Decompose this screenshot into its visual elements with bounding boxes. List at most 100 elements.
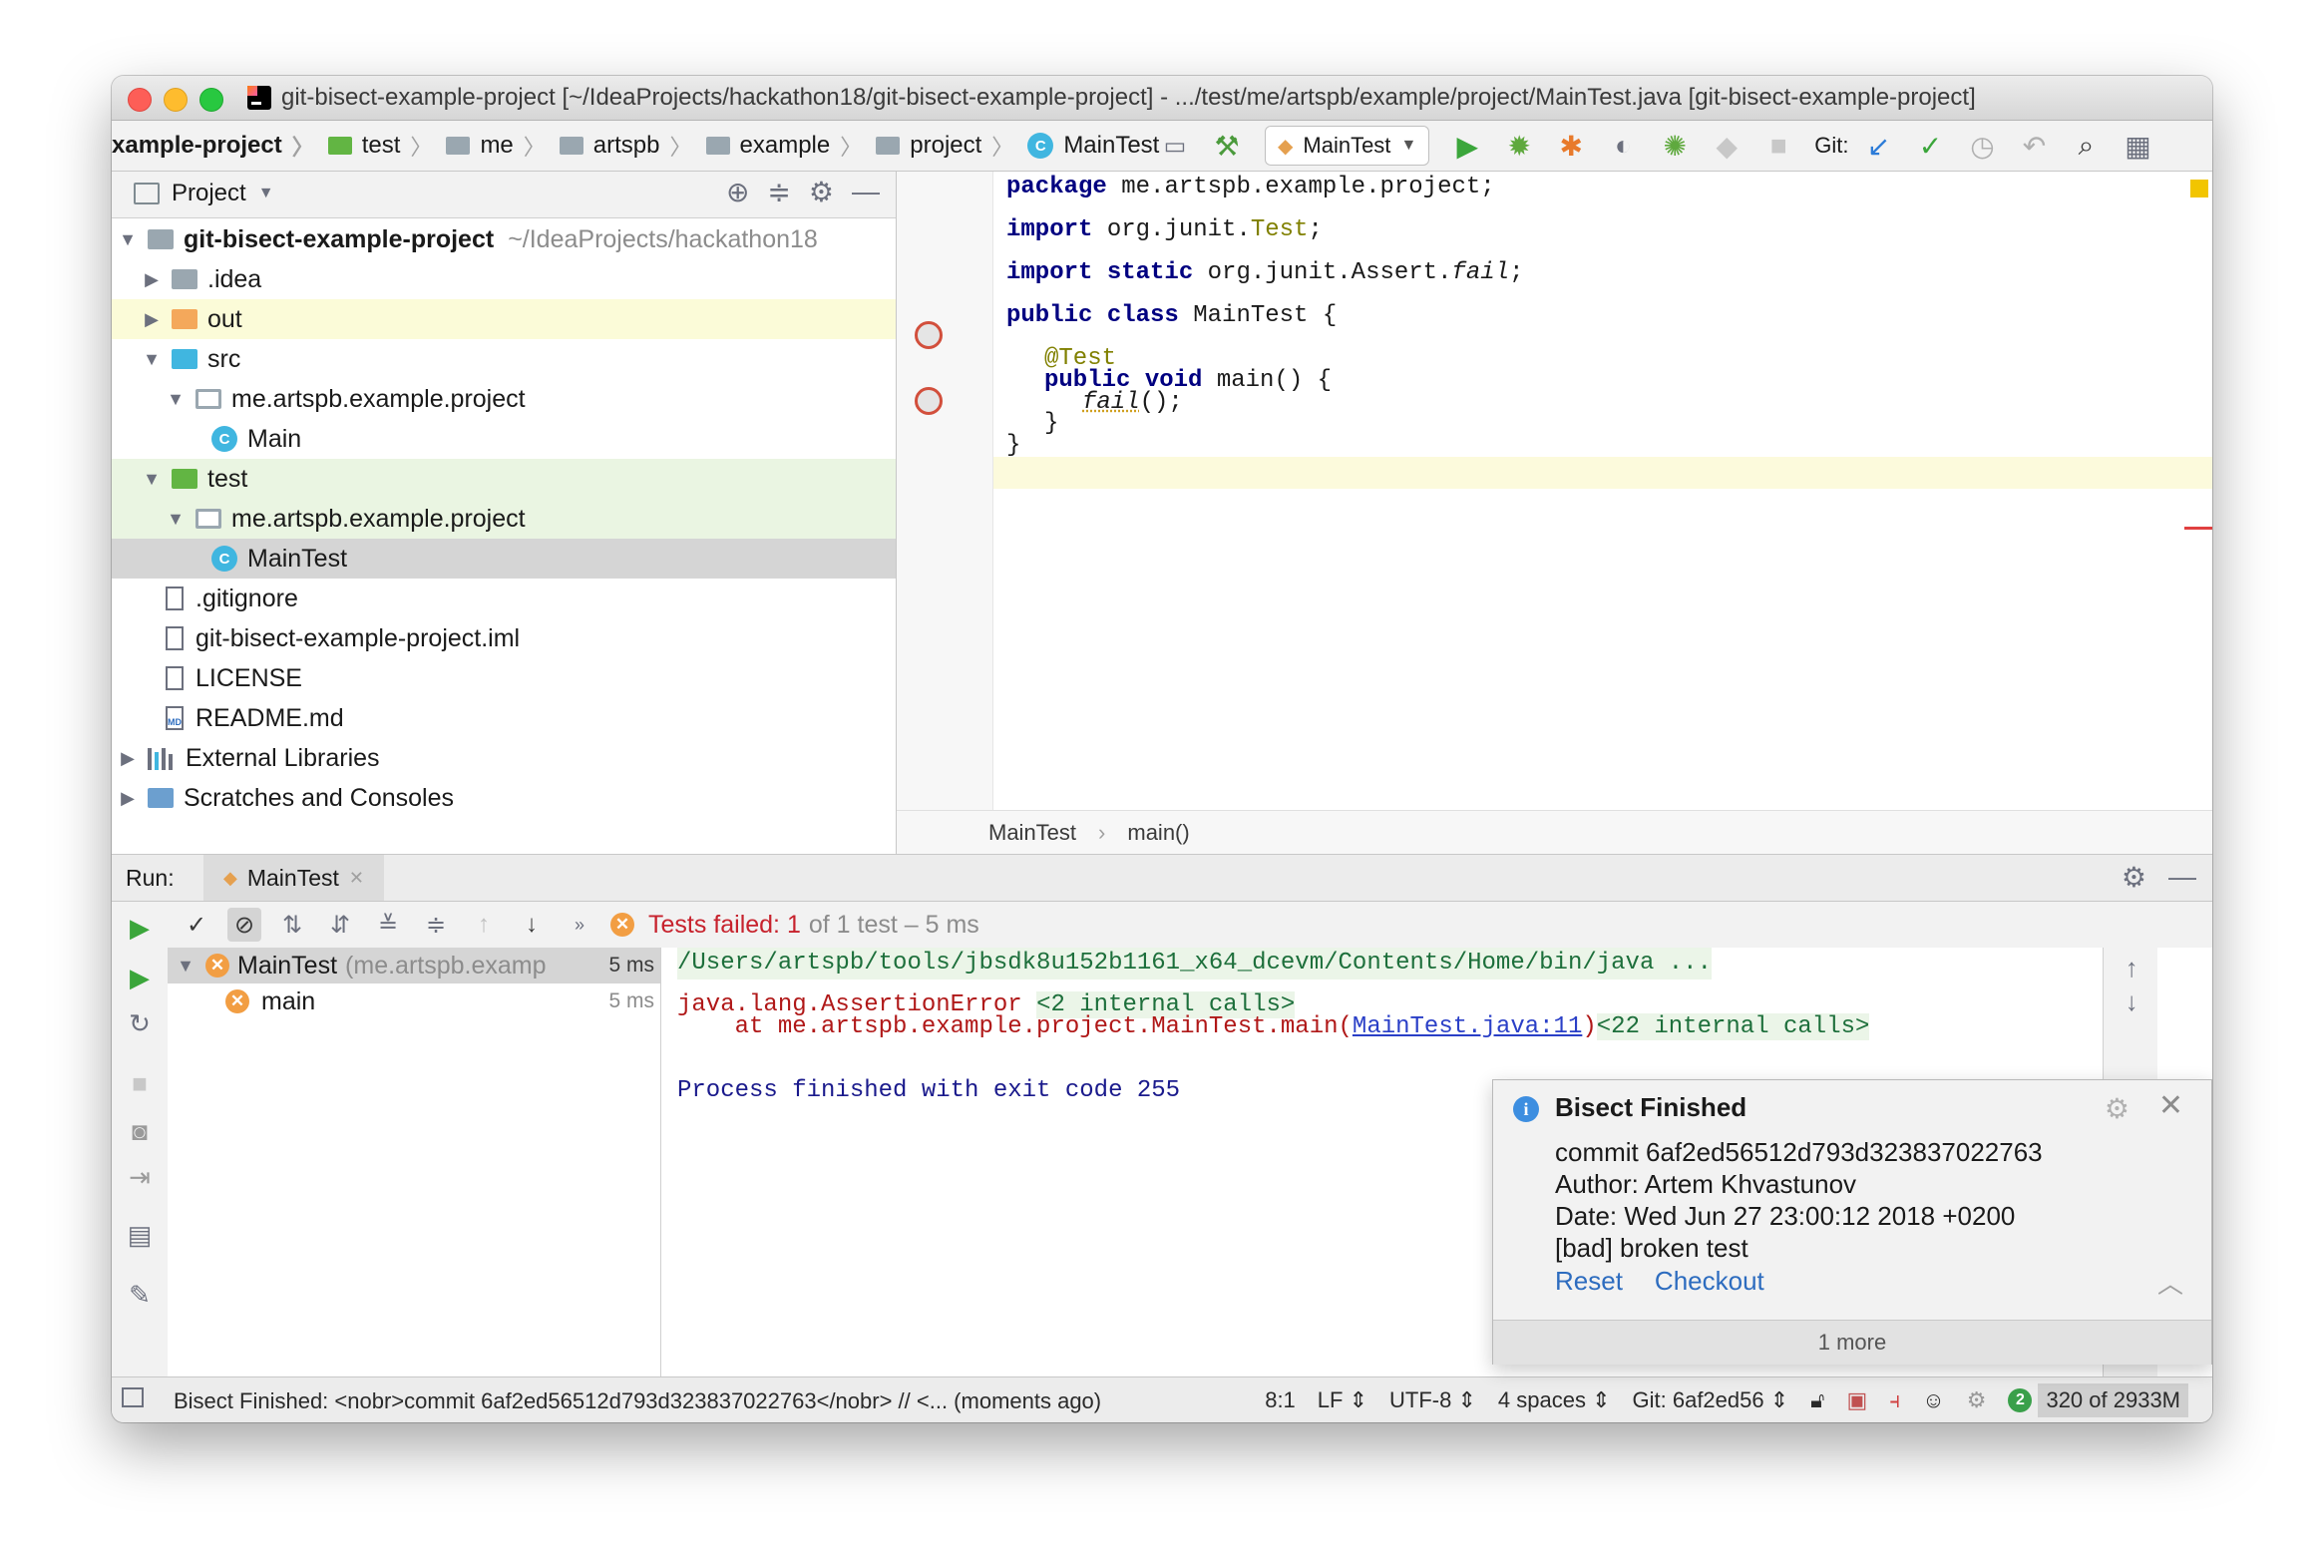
code-editor[interactable]: package me.artspb.example.project; impor… bbox=[897, 172, 2212, 854]
lock-icon[interactable]: 🔓︎ bbox=[1810, 1387, 1824, 1413]
test-method-row[interactable]: ✕ main 5 ms bbox=[168, 983, 660, 1019]
toggle-auto-test-icon[interactable]: ↻ bbox=[122, 1005, 158, 1041]
exit-icon[interactable]: ⇥ bbox=[122, 1159, 158, 1195]
attach-debugger-icon[interactable]: ✺ bbox=[1655, 126, 1695, 166]
debug-bug-icon[interactable]: ✹ bbox=[1499, 126, 1539, 166]
collapse-all-icon[interactable]: ≑ bbox=[767, 176, 790, 208]
upsource-icon[interactable]: ▣ bbox=[1846, 1387, 1867, 1413]
previous-failed-icon[interactable]: ↑ bbox=[467, 908, 501, 942]
status-message[interactable]: Bisect Finished: <nobr>commit 6af2ed5651… bbox=[174, 1388, 1101, 1414]
locate-target-icon[interactable]: ⊕ bbox=[726, 176, 749, 208]
search-icon[interactable]: ⌕ bbox=[2067, 126, 2107, 166]
editor-crumb-class[interactable]: MainTest bbox=[988, 820, 1076, 846]
close-icon[interactable]: ✕ bbox=[2158, 1088, 2183, 1123]
run-icon[interactable]: ▶ bbox=[1447, 126, 1487, 166]
expand-arrow-icon[interactable]: ▼ bbox=[166, 389, 186, 410]
more-notifications[interactable]: 1 more bbox=[1493, 1320, 2211, 1365]
chevron-up-icon[interactable]: ︿ bbox=[2157, 1264, 2183, 1301]
git-history-icon[interactable]: ◷ bbox=[1963, 126, 2003, 166]
next-failed-icon[interactable]: ↓ bbox=[515, 908, 549, 942]
hide-panel-icon[interactable]: — bbox=[2168, 861, 2196, 894]
crumb-example[interactable]: example 〉 bbox=[692, 130, 862, 162]
more-icon[interactable]: » bbox=[563, 908, 596, 942]
crumb-test[interactable]: test 〉 bbox=[314, 130, 432, 162]
tree-item-scratches[interactable]: ▶ Scratches and Consoles bbox=[112, 778, 896, 818]
camera-icon[interactable]: ◙ bbox=[122, 1113, 158, 1149]
minimize-window-button[interactable] bbox=[164, 88, 188, 112]
gear-icon[interactable]: ⚙ bbox=[2122, 861, 2146, 894]
tree-item-src-package[interactable]: ▼ me.artspb.example.project bbox=[112, 379, 896, 419]
reset-link[interactable]: Reset bbox=[1555, 1266, 1623, 1297]
checkout-link[interactable]: Checkout bbox=[1655, 1266, 1764, 1297]
line-separator[interactable]: LF ⇕ bbox=[1318, 1387, 1367, 1413]
arrow-up-icon[interactable]: ↑ bbox=[2114, 952, 2149, 987]
rerun-icon[interactable]: ▶ bbox=[122, 910, 158, 946]
hide-panel-icon[interactable]: — bbox=[852, 176, 880, 208]
editor-crumb-method[interactable]: main() bbox=[1127, 820, 1189, 846]
git-rollback-icon[interactable]: ↶ bbox=[2015, 126, 2055, 166]
show-passed-icon[interactable]: ✓ bbox=[180, 908, 213, 942]
expand-all-icon[interactable]: ≚ bbox=[371, 908, 405, 942]
git-commit-icon[interactable]: ✓ bbox=[1911, 126, 1951, 166]
collapse-arrow-icon[interactable]: ▶ bbox=[118, 748, 138, 769]
tree-item-idea[interactable]: ▶ .idea bbox=[112, 259, 896, 299]
tree-item-root[interactable]: ▼ git-bisect-example-project ~/IdeaProje… bbox=[112, 219, 896, 259]
build-artifact-icon[interactable]: ◆ bbox=[1707, 126, 1746, 166]
tree-item-out[interactable]: ▶ out bbox=[112, 299, 896, 339]
tree-item-external-libraries[interactable]: ▶ External Libraries bbox=[112, 738, 896, 778]
notification-count-badge[interactable]: 2 bbox=[2008, 1388, 2033, 1412]
layout-icon[interactable]: ▤ bbox=[122, 1217, 158, 1253]
tree-item-test-package[interactable]: ▼ me.artspb.example.project bbox=[112, 499, 896, 539]
crumb-project[interactable]: xample-project 〉 bbox=[112, 130, 314, 162]
tree-item-src[interactable]: ▼ src bbox=[112, 339, 896, 379]
console-source-link[interactable]: MainTest.java:11 bbox=[1353, 1013, 1582, 1040]
close-window-button[interactable] bbox=[128, 88, 152, 112]
run-test-method-icon[interactable] bbox=[915, 387, 943, 415]
git-update-icon[interactable]: ↙ bbox=[1859, 126, 1899, 166]
maximize-window-button[interactable] bbox=[199, 88, 223, 112]
expand-arrow-icon[interactable]: ▼ bbox=[142, 469, 162, 490]
gear-icon[interactable]: ⚙ bbox=[2105, 1092, 2130, 1125]
run-configuration-select[interactable]: ◆ MainTest ▼ bbox=[1265, 126, 1430, 166]
tree-item-gitignore[interactable]: .gitignore bbox=[112, 579, 896, 618]
tree-item-maintest[interactable]: C MainTest bbox=[112, 539, 896, 579]
crumb-project-pkg[interactable]: project 〉 bbox=[862, 130, 1013, 162]
tree-item-main[interactable]: C Main bbox=[112, 419, 896, 459]
event-log-gear-icon[interactable]: ⚙ bbox=[1967, 1387, 1987, 1413]
collapse-arrow-icon[interactable]: ▶ bbox=[142, 269, 162, 290]
stop-icon[interactable]: ■ bbox=[122, 1065, 158, 1101]
stop-icon[interactable]: ■ bbox=[1758, 126, 1798, 166]
collapse-arrow-icon[interactable]: ▶ bbox=[142, 309, 162, 330]
run-test-class-icon[interactable] bbox=[915, 321, 943, 349]
gear-icon[interactable]: ⚙ bbox=[809, 176, 834, 208]
indent-setting[interactable]: 4 spaces ⇕ bbox=[1498, 1387, 1611, 1413]
bisect-icon[interactable]: ⫞ bbox=[1889, 1387, 1900, 1413]
build-hammer-icon[interactable]: ⚒ bbox=[1207, 126, 1247, 166]
show-ignored-icon[interactable]: ⊘ bbox=[227, 908, 261, 942]
editor-gutter[interactable] bbox=[897, 172, 993, 810]
tree-item-readme[interactable]: MD README.md bbox=[112, 698, 896, 738]
project-view-selector[interactable]: Project ▼ bbox=[134, 180, 274, 207]
inspection-status-icon[interactable] bbox=[2190, 180, 2208, 197]
memory-indicator[interactable]: 320 of 2933M bbox=[2038, 1383, 2188, 1417]
sort-by-duration-icon[interactable]: ⇵ bbox=[323, 908, 357, 942]
collapse-arrow-icon[interactable]: ▶ bbox=[118, 788, 138, 809]
close-tab-icon[interactable]: ✕ bbox=[349, 868, 364, 889]
tree-item-test[interactable]: ▼ test bbox=[112, 459, 896, 499]
git-branch[interactable]: Git: 6af2ed56 ⇕ bbox=[1633, 1387, 1789, 1413]
project-structure-folder-icon[interactable]: ▦ bbox=[2119, 126, 2158, 166]
crumb-me[interactable]: me 〉 bbox=[432, 130, 546, 162]
sort-alphabetically-icon[interactable]: ⇅ bbox=[275, 908, 309, 942]
console-internal-calls[interactable]: <22 internal calls> bbox=[1596, 1013, 1870, 1040]
collapse-all-icon[interactable]: ≑ bbox=[419, 908, 453, 942]
expand-arrow-icon[interactable]: ▼ bbox=[142, 349, 162, 370]
coverage-icon[interactable]: ✱ bbox=[1551, 126, 1591, 166]
expand-arrow-icon[interactable]: ▼ bbox=[118, 229, 138, 250]
tree-item-license[interactable]: LICENSE bbox=[112, 658, 896, 698]
error-stripe-marker[interactable] bbox=[2184, 527, 2212, 530]
tool-windows-toggle-icon[interactable] bbox=[122, 1387, 144, 1407]
test-suite-row[interactable]: ▼ ✕ MainTest (me.artspb.examp 5 ms bbox=[168, 948, 660, 983]
file-encoding[interactable]: UTF-8 ⇕ bbox=[1389, 1387, 1476, 1413]
rerun-failed-icon[interactable]: ▶ bbox=[122, 960, 158, 995]
caret-position[interactable]: 8:1 bbox=[1265, 1387, 1296, 1413]
